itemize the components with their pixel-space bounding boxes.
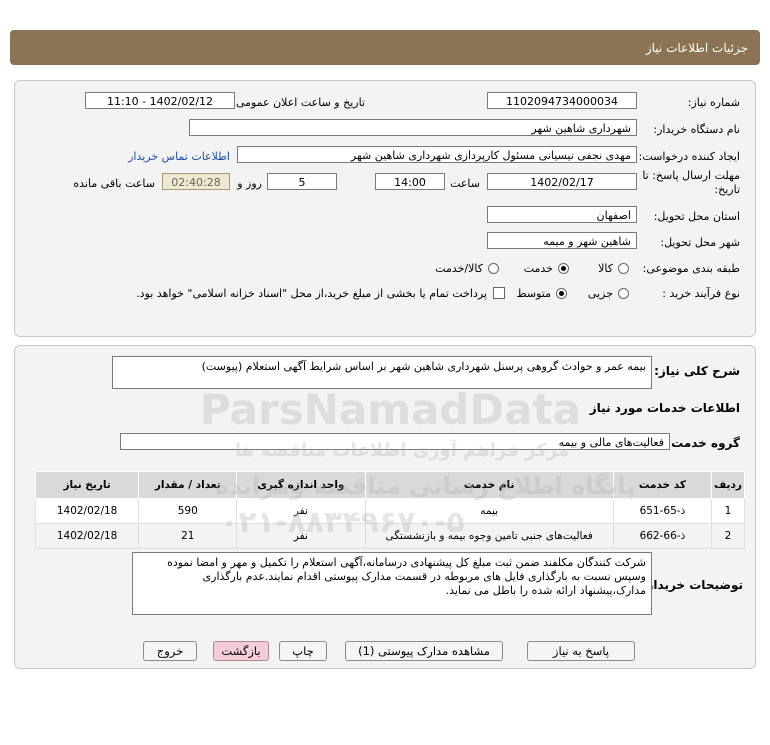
process-option-medium: متوسط [516, 287, 551, 300]
notes-field: شرکت کنندگان مکلفند ضمن ثبت مبلغ کل پیشن… [132, 552, 652, 615]
category-option-goods-service: کالا/خدمت [435, 262, 483, 275]
process-label: نوع فرآیند خرید : [662, 287, 740, 300]
view-attachments-button[interactable]: مشاهده مدارک پیوستی (1) [345, 641, 503, 661]
title-bar: جزئیات اطلاعات نیاز [10, 30, 760, 65]
need-number-field: 1102094734000034 [487, 92, 637, 109]
remaining-label: ساعت باقی مانده [73, 177, 155, 190]
col-code: کد خدمت [612, 471, 712, 499]
process-radio-minor[interactable] [618, 288, 629, 299]
category-radio-service[interactable] [558, 263, 569, 274]
deadline-label-date: تاریخ: [714, 183, 740, 196]
need-info-panel: شماره نیاز: 1102094734000034 تاریخ و ساع… [14, 80, 756, 337]
cell-date: 1402/02/18 [34, 523, 140, 549]
process-option-minor: جزیی [587, 287, 613, 300]
print-button[interactable]: چاپ [279, 641, 327, 661]
cell-unit: نفر [236, 523, 366, 549]
need-number-label: شماره نیاز: [687, 96, 740, 109]
category-label: طبقه بندی موضوعی: [642, 262, 740, 275]
cell-unit: نفر [236, 498, 366, 524]
category-option-service: خدمت [523, 262, 553, 275]
col-name: نام خدمت [364, 471, 614, 499]
table-header-row: ردیف کد خدمت نام خدمت واحد اندازه گیری ت… [34, 471, 746, 499]
cell-name: فعالیت‌های جنبی تامین وجوه بیمه و بازنشس… [364, 523, 614, 549]
announce-field: 1402/02/12 - 11:10 [85, 92, 235, 109]
back-button[interactable]: بازگشت [213, 641, 269, 661]
cell-code: ذ-66-662 [612, 523, 712, 549]
deadline-date-field: 1402/02/17 [487, 173, 637, 190]
buyer-field: شهرداری شاهین شهر [189, 119, 637, 136]
category-option-goods: کالا [598, 262, 613, 275]
cell-qty: 21 [138, 523, 238, 549]
city-label: شهر محل تحویل: [660, 236, 740, 249]
cell-row: 2 [710, 523, 746, 549]
need-details-panel: شرح کلی نیاز: بیمه عمر و حوادث گروهی پرس… [14, 345, 756, 669]
time-label: ساعت [450, 177, 480, 190]
province-label: استان محل تحویل: [653, 210, 740, 223]
cell-name: بیمه [364, 498, 614, 524]
buyer-contact-link[interactable]: اطلاعات تماس خریدار [128, 150, 230, 163]
table-row[interactable]: 1 ذ-65-651 بیمه نفر 590 1402/02/18 [34, 498, 746, 524]
days-label: روز و [237, 177, 262, 190]
creator-label: ایجاد کننده درخواست: [638, 150, 740, 163]
reply-button[interactable]: پاسخ به نیاز [527, 641, 635, 661]
process-radio-medium[interactable] [556, 288, 567, 299]
remaining-time-field: 02:40:28 [162, 173, 230, 190]
table-row[interactable]: 2 ذ-66-662 فعالیت‌های جنبی تامین وجوه بی… [34, 523, 746, 549]
deadline-time-field: 14:00 [375, 173, 445, 190]
creator-field: مهدی نجفی نیسیانی مسئول کارپردازی شهردار… [237, 146, 637, 163]
treasury-checkbox[interactable] [493, 287, 505, 299]
deadline-label: مهلت ارسال پاسخ: تا [642, 169, 740, 182]
col-date: تاریخ نیاز [34, 471, 140, 499]
cell-row: 1 [710, 498, 746, 524]
notes-label: توضیحات خریدار: [641, 578, 743, 592]
city-field: شاهین شهر و میمه [487, 232, 637, 249]
service-group-field: فعالیت‌های مالی و بیمه [120, 433, 670, 450]
page-title: جزئیات اطلاعات نیاز [645, 41, 748, 55]
cell-date: 1402/02/18 [34, 498, 140, 524]
summary-field: بیمه عمر و حوادث گروهی پرسنل شهرداری شاه… [112, 356, 652, 389]
services-table: ردیف کد خدمت نام خدمت واحد اندازه گیری ت… [34, 471, 746, 549]
payment-note: پرداخت تمام یا بخشی از مبلغ خرید،از محل … [136, 287, 487, 300]
exit-button[interactable]: خروج [143, 641, 197, 661]
page-frame: جزئیات اطلاعات نیاز شماره نیاز: 11020947… [10, 30, 760, 740]
summary-label: شرح کلی نیاز: [654, 364, 740, 378]
service-group-label: گروه خدمت: [666, 436, 740, 450]
col-qty: تعداد / مقدار [138, 471, 238, 499]
col-row: ردیف [710, 471, 746, 499]
announce-label: تاریخ و ساعت اعلان عمومی: [232, 96, 365, 109]
days-field: 5 [267, 173, 337, 190]
category-radio-goods-service[interactable] [488, 263, 499, 274]
col-unit: واحد اندازه گیری [236, 471, 366, 499]
cell-code: ذ-65-651 [612, 498, 712, 524]
buyer-label: نام دستگاه خریدار: [653, 123, 740, 136]
category-radio-goods[interactable] [618, 263, 629, 274]
cell-qty: 590 [138, 498, 238, 524]
services-heading: اطلاعات خدمات مورد نیاز [589, 401, 740, 415]
province-field: اصفهان [487, 206, 637, 223]
